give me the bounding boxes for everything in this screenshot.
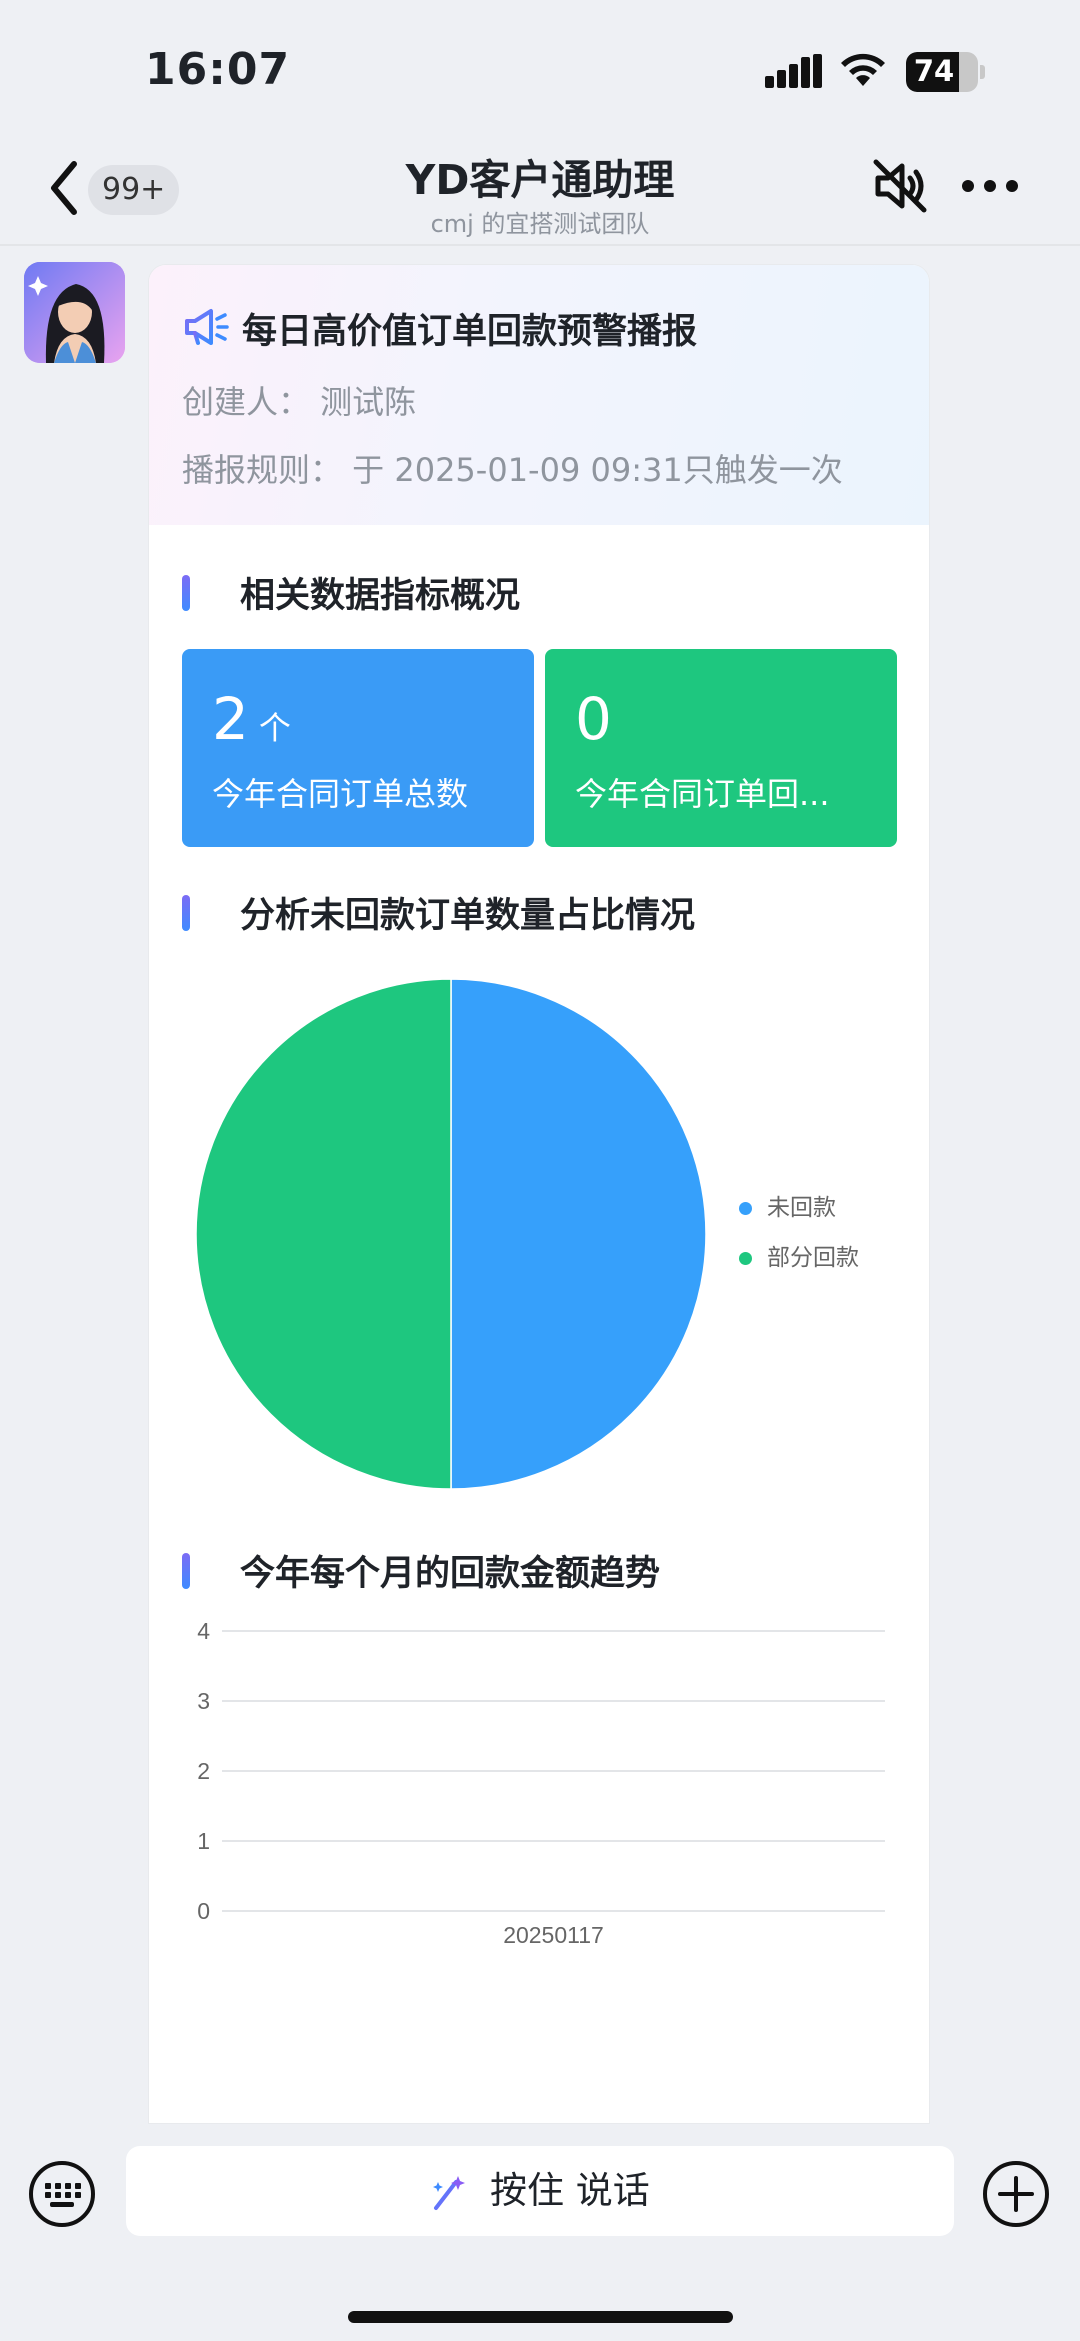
more-options-icon[interactable] <box>960 178 1020 194</box>
wifi-icon <box>841 53 885 86</box>
bot-avatar[interactable] <box>24 262 125 363</box>
kpi-total-orders[interactable]: 2个 今年合同订单总数 <box>182 649 534 847</box>
cellular-signal-icon <box>765 54 822 88</box>
kpi-payment-orders[interactable]: 0 今年合同订单回... <box>545 649 897 847</box>
card-creator: 创建人： 测试陈 <box>182 383 417 421</box>
ai-sparkle-icon <box>433 2175 466 2210</box>
mute-speaker-icon[interactable] <box>870 156 930 216</box>
status-bar: 16:07 74 <box>0 0 1080 130</box>
legend-label: 未回款 <box>767 1195 836 1221</box>
megaphone-icon <box>185 309 229 345</box>
legend-label: 部分回款 <box>767 1245 859 1271</box>
chat-subtitle: cmj 的宜搭测试团队 <box>430 210 650 238</box>
back-chevron-icon[interactable] <box>44 158 84 218</box>
kpi-label: 今年合同订单总数 <box>212 775 469 813</box>
y-tick-label: 1 <box>197 1828 210 1854</box>
nav-bar: 99+ YD客户通助理 cmj 的宜搭测试团队 <box>0 130 1080 246</box>
hold-to-talk-label: 按住 说话 <box>490 2169 650 2212</box>
kpi-value: 0 <box>575 685 612 753</box>
broadcast-card[interactable]: 每日高价值订单回款预警播报 创建人： 测试陈 播报规则： 于 2025-01-0… <box>148 264 930 2124</box>
legend-dot <box>739 1202 752 1215</box>
pie-slice-0[interactable] <box>450 978 707 1490</box>
x-tick-label: 20250117 <box>503 1922 604 1948</box>
section-accent-bar <box>182 895 190 931</box>
legend-item-partial[interactable]: 部分回款 <box>737 1239 859 1289</box>
legend-item-unpaid[interactable]: 未回款 <box>737 1189 859 1239</box>
keyboard-icon[interactable] <box>28 2160 96 2228</box>
trend-line-chart[interactable]: 0 1 2 3 4 20250117 <box>149 1615 930 2115</box>
input-bar: 按住 说话 <box>0 2124 1080 2341</box>
card-rule: 播报规则： 于 2025-01-09 09:31只触发一次 <box>182 451 843 489</box>
card-header: 每日高价值订单回款预警播报 创建人： 测试陈 播报规则： 于 2025-01-0… <box>149 265 929 525</box>
y-tick-label: 3 <box>197 1688 210 1714</box>
pie-slice-1[interactable] <box>195 978 452 1490</box>
y-tick-label: 2 <box>197 1758 210 1784</box>
chat-title: YD客户通助理 <box>405 156 675 204</box>
kpi-value: 2 <box>212 685 249 753</box>
pie-legend: 未回款 部分回款 <box>737 1189 859 1289</box>
kpi-unit: 个 <box>258 709 291 747</box>
card-title: 每日高价值订单回款预警播报 <box>242 312 698 352</box>
home-indicator[interactable] <box>348 2311 733 2323</box>
battery-icon: 74 <box>906 52 985 92</box>
section-accent-bar <box>182 1553 190 1589</box>
y-tick-label: 0 <box>197 1898 210 1924</box>
y-tick-label: 4 <box>197 1618 210 1644</box>
unread-count-badge[interactable]: 99+ <box>88 165 180 215</box>
hold-to-talk-button[interactable]: 按住 说话 <box>126 2146 954 2236</box>
status-time: 16:07 <box>145 44 291 95</box>
section-accent-bar <box>182 575 190 611</box>
battery-level: 74 <box>913 54 955 88</box>
add-plus-icon[interactable] <box>982 2160 1050 2228</box>
kpi-label: 今年合同订单回... <box>575 775 830 813</box>
legend-dot <box>739 1252 752 1265</box>
